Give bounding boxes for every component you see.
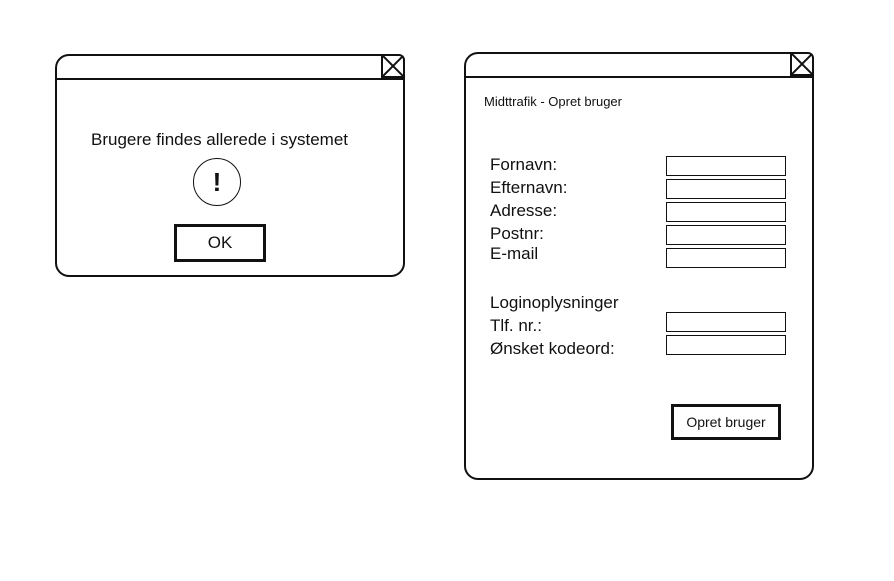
alert-dialog: Brugere findes allerede i systemet ! OK <box>55 54 405 277</box>
dialog-titlebar[interactable] <box>57 54 405 80</box>
email-input[interactable] <box>666 248 786 268</box>
fornavn-input[interactable] <box>666 156 786 176</box>
form-titlebar[interactable] <box>466 52 814 78</box>
ok-button[interactable]: OK <box>174 224 266 262</box>
create-user-window: Midttrafik - Opret bruger Fornavn: Efter… <box>464 52 814 480</box>
fornavn-label: Fornavn: <box>490 155 558 174</box>
window-title: Midttrafik - Opret bruger <box>484 94 622 109</box>
close-x-icon <box>383 56 403 76</box>
close-x-icon <box>792 54 812 74</box>
tlf-label: Tlf. nr.: <box>490 316 542 335</box>
efternavn-input[interactable] <box>666 179 786 199</box>
efternavn-label: Efternavn: <box>490 178 568 197</box>
email-label: E-mail <box>490 244 539 263</box>
dialog-message: Brugere findes allerede i systemet <box>91 130 349 149</box>
create-user-button[interactable]: Opret bruger <box>671 404 781 440</box>
exclamation-icon: ! <box>193 158 241 206</box>
postnr-input[interactable] <box>666 225 786 245</box>
kodeord-label: Ønsket kodeord: <box>490 339 615 358</box>
tlf-input[interactable] <box>666 312 786 332</box>
login-section-heading: Loginoplysninger <box>490 293 619 312</box>
adresse-input[interactable] <box>666 202 786 222</box>
form-close-button[interactable] <box>790 52 814 76</box>
postnr-label: Postnr: <box>490 224 544 243</box>
adresse-label: Adresse: <box>490 201 558 220</box>
kodeord-input[interactable] <box>666 335 786 355</box>
dialog-close-button[interactable] <box>381 54 405 78</box>
